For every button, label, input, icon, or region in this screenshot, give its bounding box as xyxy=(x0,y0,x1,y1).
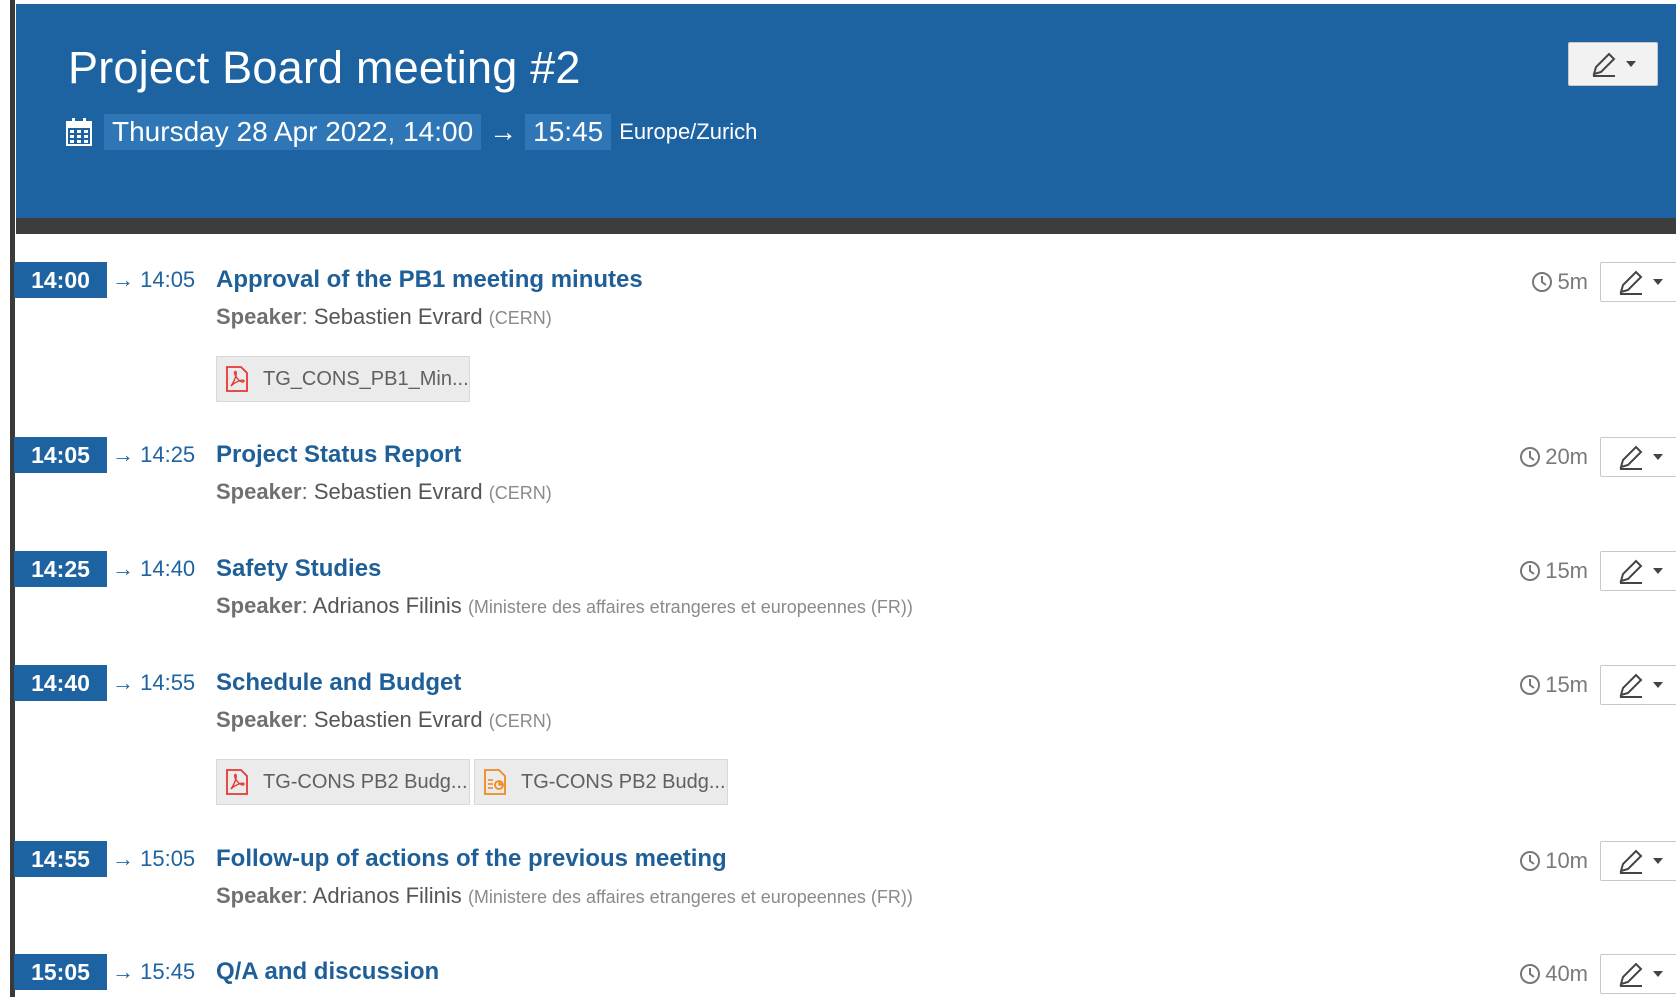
speaker-affiliation: (CERN) xyxy=(488,483,552,503)
pdf-icon xyxy=(226,769,248,795)
entry-duration: 40m xyxy=(1519,958,1588,990)
entry-title-link[interactable]: Safety Studies xyxy=(216,553,381,585)
caret-down-icon xyxy=(1653,858,1663,864)
speaker-label: Speaker xyxy=(216,479,302,504)
entry-edit-button[interactable] xyxy=(1600,551,1676,591)
speaker-label: Speaker xyxy=(216,707,302,732)
event-header: Project Board meeting #2 Thursday 28 Apr… xyxy=(16,4,1676,218)
caret-down-icon xyxy=(1653,971,1663,977)
entry-title-link[interactable]: Follow-up of actions of the previous mee… xyxy=(216,843,727,875)
entry-end-time: → 14:05 xyxy=(112,267,196,292)
pencil-icon xyxy=(1619,962,1643,987)
presentation-icon xyxy=(484,769,506,795)
entry-edit-button[interactable] xyxy=(1600,665,1676,705)
duration-value: 20m xyxy=(1545,444,1588,469)
entry-duration: 5m xyxy=(1531,266,1588,298)
entry-start-time: 14:05 xyxy=(14,437,107,473)
clock-icon xyxy=(1520,561,1541,581)
speaker-affiliation: (CERN) xyxy=(488,308,552,328)
caret-down-icon xyxy=(1653,454,1663,460)
duration-value: 5m xyxy=(1557,269,1588,294)
speaker-name: Adrianos Filinis xyxy=(312,593,462,618)
clock-icon xyxy=(1532,272,1553,292)
entry-end-time: → 15:05 xyxy=(112,846,196,871)
speaker-name: Sebastien Evrard xyxy=(313,707,483,732)
event-end-time[interactable]: 15:45 xyxy=(525,114,612,150)
clock-icon xyxy=(1520,964,1541,984)
entry-edit-button[interactable] xyxy=(1600,954,1676,994)
entry-duration: 20m xyxy=(1519,441,1588,473)
caret-down-icon xyxy=(1653,279,1663,285)
duration-value: 15m xyxy=(1545,672,1588,697)
entry-speaker: Speaker: Adrianos Filinis (Ministere des… xyxy=(216,593,913,618)
event-edit-button[interactable] xyxy=(1568,42,1658,86)
pdf-icon xyxy=(226,366,248,392)
entry-end-time: → 14:55 xyxy=(112,670,196,695)
header-divider xyxy=(16,218,1676,234)
duration-value: 40m xyxy=(1545,961,1588,986)
duration-value: 15m xyxy=(1545,558,1588,583)
entry-title-link[interactable]: Schedule and Budget xyxy=(216,667,461,699)
entry-title-link[interactable]: Approval of the PB1 meeting minutes xyxy=(216,264,643,296)
speaker-name: Sebastien Evrard xyxy=(313,479,483,504)
speaker-affiliation: (Ministere des affaires etrangeres et eu… xyxy=(467,597,913,617)
entry-end-time: → 14:25 xyxy=(112,442,196,467)
pencil-icon xyxy=(1619,559,1643,584)
attachment-name: TG-CONS PB2 Budg... xyxy=(521,770,726,793)
speaker-label: Speaker xyxy=(216,883,302,908)
entry-duration: 15m xyxy=(1519,669,1588,701)
attachment-name: TG-CONS PB2 Budg... xyxy=(263,770,468,793)
attachment-name: TG_CONS_PB1_Min... xyxy=(263,367,469,390)
clock-icon xyxy=(1520,447,1541,467)
clock-icon xyxy=(1520,675,1541,695)
event-date-row: Thursday 28 Apr 2022, 14:00 → 15:45 Euro… xyxy=(66,114,757,150)
entry-duration: 10m xyxy=(1519,845,1588,877)
attachments: TG-CONS PB2 Budg... TG-CONS PB2 Budg... xyxy=(216,759,728,805)
entry-edit-button[interactable] xyxy=(1600,841,1676,881)
date-arrow: → xyxy=(489,116,518,147)
clock-icon xyxy=(1520,851,1541,871)
event-start-datetime[interactable]: Thursday 28 Apr 2022, 14:00 xyxy=(104,114,482,150)
attachment-file[interactable]: TG-CONS PB2 Budg... xyxy=(474,759,728,805)
entry-start-time: 14:55 xyxy=(14,841,107,877)
pencil-icon xyxy=(1619,849,1643,874)
pencil-icon xyxy=(1619,270,1643,295)
attachments: TG_CONS_PB1_Min... xyxy=(216,356,470,402)
event-title: Project Board meeting #2 xyxy=(68,42,581,93)
speaker-affiliation: (Ministere des affaires etrangeres et eu… xyxy=(467,887,913,907)
entry-speaker: Speaker: Adrianos Filinis (Ministere des… xyxy=(216,883,913,908)
timetable: 14:00 → 14:05 Approval of the PB1 meetin… xyxy=(0,234,1676,997)
calendar-icon xyxy=(66,118,92,146)
entry-speaker: Speaker: Sebastien Evrard (CERN) xyxy=(216,304,552,329)
pencil-icon xyxy=(1592,52,1616,77)
speaker-label: Speaker xyxy=(216,593,302,618)
entry-duration: 15m xyxy=(1519,555,1588,587)
speaker-label: Speaker xyxy=(216,304,302,329)
duration-value: 10m xyxy=(1545,848,1588,873)
pencil-icon xyxy=(1619,445,1643,470)
entry-edit-button[interactable] xyxy=(1600,262,1676,302)
pencil-icon xyxy=(1619,673,1643,698)
event-timezone: Europe/Zurich xyxy=(619,119,758,144)
entry-start-time: 14:40 xyxy=(14,665,107,701)
entry-speaker: Speaker: Sebastien Evrard (CERN) xyxy=(216,707,552,732)
caret-down-icon xyxy=(1653,682,1663,688)
speaker-affiliation: (CERN) xyxy=(488,711,552,731)
speaker-name: Adrianos Filinis xyxy=(312,883,462,908)
entry-title-link[interactable]: Project Status Report xyxy=(216,439,461,471)
entry-start-time: 14:00 xyxy=(14,262,107,298)
entry-end-time: → 14:40 xyxy=(112,556,196,581)
entry-speaker: Speaker: Sebastien Evrard (CERN) xyxy=(216,479,552,504)
entry-end-time: → 15:45 xyxy=(112,959,196,984)
entry-start-time: 14:25 xyxy=(14,551,107,587)
speaker-name: Sebastien Evrard xyxy=(313,304,483,329)
caret-down-icon xyxy=(1626,61,1636,67)
caret-down-icon xyxy=(1653,568,1663,574)
entry-title-link[interactable]: Q/A and discussion xyxy=(216,956,439,988)
entry-start-time: 15:05 xyxy=(14,954,107,990)
attachment-file[interactable]: TG_CONS_PB1_Min... xyxy=(216,356,470,402)
attachment-file[interactable]: TG-CONS PB2 Budg... xyxy=(216,759,470,805)
entry-edit-button[interactable] xyxy=(1600,437,1676,477)
